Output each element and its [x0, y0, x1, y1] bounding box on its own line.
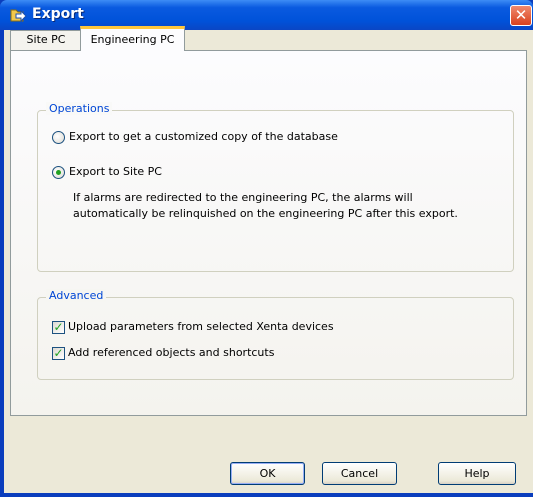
- checkbox-label-upload-parameters[interactable]: Upload parameters from selected Xenta de…: [68, 320, 334, 333]
- advanced-group: [37, 297, 514, 380]
- export-description-line-1: If alarms are redirected to the engineer…: [73, 191, 413, 204]
- export-arrow-icon: [10, 9, 27, 23]
- export-description-line-2: automatically be relinquished on the eng…: [73, 207, 458, 220]
- help-button[interactable]: Help: [438, 462, 516, 485]
- advanced-legend: Advanced: [46, 289, 107, 302]
- radio-selected-dot: [56, 170, 61, 175]
- tab-site-pc[interactable]: Site PC: [10, 30, 82, 50]
- close-button[interactable]: ✕: [510, 5, 532, 26]
- window-title: Export: [32, 6, 84, 22]
- radio-label-export-to-site-pc[interactable]: Export to Site PC: [69, 165, 162, 178]
- radio-label-export-customized-copy[interactable]: Export to get a customized copy of the d…: [69, 130, 338, 143]
- radio-export-customized-copy[interactable]: [52, 131, 65, 144]
- checkbox-add-referenced-objects[interactable]: ✓: [52, 347, 65, 360]
- cancel-button[interactable]: Cancel: [322, 462, 397, 485]
- radio-export-to-site-pc[interactable]: [52, 166, 65, 179]
- ok-button[interactable]: OK: [230, 462, 305, 485]
- export-dialog: Export ✕ Site PC Engineering PC Operatio…: [0, 0, 533, 497]
- operations-legend: Operations: [46, 102, 113, 115]
- tab-engineering-pc[interactable]: Engineering PC: [80, 26, 185, 51]
- checkbox-label-add-referenced-objects[interactable]: Add referenced objects and shortcuts: [68, 346, 274, 359]
- checkbox-upload-parameters[interactable]: ✓: [52, 321, 65, 334]
